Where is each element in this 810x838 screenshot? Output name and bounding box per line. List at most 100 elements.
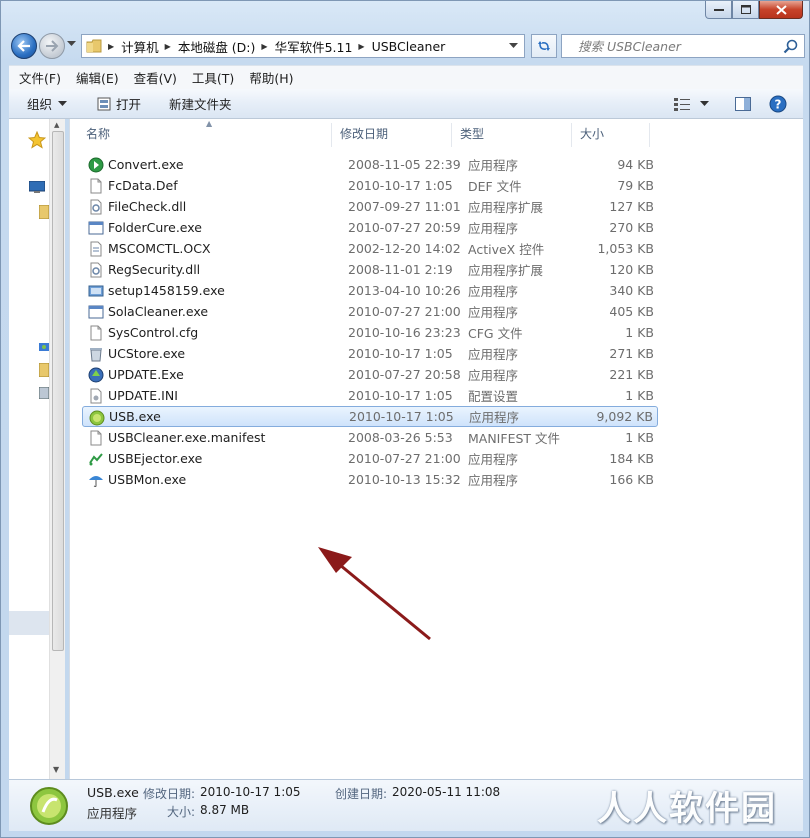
help-icon[interactable]: ? [769,95,787,113]
file-row[interactable]: setup1458159.exe 2013-04-10 10:26 应用程序 340 … [82,280,658,301]
file-type: 应用程序 [468,347,519,362]
file-type: 应用程序 [468,158,519,173]
minimize-button[interactable] [705,1,732,19]
address-dropdown[interactable] [509,43,518,49]
breadcrumb-item-current[interactable]: USBCleaner [372,39,446,54]
view-options-icon[interactable] [674,97,690,111]
file-row[interactable]: SolaCleaner.exe 2010-07-27 21:00 应用程序 405 K… [82,301,658,322]
file-size: 1,053 KB [597,241,654,256]
file-size: 221 KB [609,367,654,382]
scroll-up-icon[interactable]: ▲ [54,121,59,129]
breadcrumb-item-computer[interactable]: 计算机 [121,37,159,56]
chevron-down-icon [58,100,68,106]
network-icon[interactable] [39,341,49,353]
breadcrumb-item-folder[interactable]: 华军软件5.11 [275,37,353,56]
file-type: 应用程序 [468,473,519,488]
file-name: setup1458159.exe [108,283,225,298]
breadcrumb-separator[interactable]: ▶ [261,42,267,51]
file-modified-date: 2010-10-17 1:05 [348,178,453,193]
organize-button[interactable]: 组织 [27,94,68,113]
file-row[interactable]: FileCheck.dll 2007-09-27 11:01 应用程序扩展 127 K… [82,196,658,217]
menu-file[interactable]: 文件(F) [19,68,61,87]
file-row[interactable]: SysControl.cfg 2010-10-16 23:23 CFG 文件 1 KB [82,322,658,343]
menu-tools[interactable]: 工具(T) [192,68,234,87]
open-button[interactable]: 打开 [97,94,141,113]
breadcrumb-item-drive[interactable]: 本地磁盘 (D:) [178,37,256,56]
search-icon[interactable] [783,39,798,54]
column-header-date[interactable]: 修改日期 [332,123,452,147]
file-row[interactable]: USB.exe 2010-10-17 1:05 应用程序 9,092 KB [82,406,658,427]
menu-edit[interactable]: 编辑(E) [76,68,119,87]
search-input[interactable] [578,38,768,54]
file-row[interactable]: UPDATE.Exe 2010-07-27 20:58 应用程序 221 KB [82,364,658,385]
file-modified-date: 2010-07-27 20:59 [348,220,461,235]
favorites-star-icon[interactable] [28,131,46,149]
library-icon[interactable] [39,205,49,219]
file-row[interactable]: MSCOMCTL.OCX 2002-12-20 14:02 ActiveX 控件 1,… [82,238,658,259]
recent-pages-dropdown[interactable] [67,41,76,47]
column-header-name[interactable]: 名称 [70,123,332,147]
file-name: UPDATE.Exe [108,367,184,382]
menu-view[interactable]: 查看(V) [134,68,177,87]
address-bar[interactable]: ▶ 计算机 ▶ 本地磁盘 (D:) ▶ 华军软件5.11 ▶ USBCleane… [81,34,525,58]
file-size: 340 KB [609,283,654,298]
folder-icon[interactable] [39,363,49,377]
column-header-size[interactable]: 大小 [572,123,650,147]
file-type: MANIFEST 文件 [468,431,561,446]
file-type: 应用程序 [468,452,519,467]
file-modified-date: 2007-09-27 11:01 [348,199,461,214]
breadcrumb-separator[interactable]: ▶ [165,42,171,51]
watermark: 人人软件园 [597,789,777,829]
file-row[interactable]: USBCleaner.exe.manifest 2008-03-26 5:53 MA… [82,427,658,448]
file-type: 应用程序 [468,305,519,320]
file-row[interactable]: RegSecurity.dll 2008-11-01 2:19 应用程序扩展 120 … [82,259,658,280]
arrow-left-icon [17,40,30,52]
explorer-window: ▶ 计算机 ▶ 本地磁盘 (D:) ▶ 华军软件5.11 ▶ USBCleane… [0,0,810,838]
file-name: UCStore.exe [108,346,186,361]
file-size: 271 KB [609,346,654,361]
file-type: ActiveX 控件 [468,242,545,257]
scroll-down-icon[interactable]: ▼ [53,765,59,774]
file-row[interactable]: UCStore.exe 2010-10-17 1:05 应用程序 271 KB [82,343,658,364]
refresh-button[interactable] [531,34,557,58]
file-row[interactable]: FolderCure.exe 2010-07-27 20:59 应用程序 270 KB [82,217,658,238]
maximize-button[interactable] [732,1,759,19]
view-dropdown-icon[interactable] [700,101,709,107]
file-modified-date: 2002-12-20 14:02 [348,241,461,256]
file-row[interactable]: Convert.exe 2008-11-05 22:39 应用程序 94 KB [82,154,658,175]
file-type: 应用程序扩展 [468,263,544,278]
file-size: 94 KB [617,157,654,172]
menu-help[interactable]: 帮助(H) [249,68,293,87]
recycle-bin-icon [88,346,104,362]
app-window-icon [88,304,104,320]
file-row[interactable]: FcData.Def 2010-10-17 1:05 DEF 文件 79 KB [82,175,658,196]
column-header-type[interactable]: 类型 [452,123,572,147]
forward-button[interactable] [39,33,65,59]
desktop-icon[interactable] [29,181,45,193]
navigation-scrollbar[interactable]: ▲ [49,119,65,779]
file-modified-date: 2010-07-27 21:00 [348,304,461,319]
file-name: UPDATE.INI [108,388,178,403]
file-name: FileCheck.dll [108,199,187,214]
file-row[interactable]: UPDATE.INI 2010-10-17 1:05 配置设置 1 KB [82,385,658,406]
details-size-label: 大小: [167,805,196,819]
computer-icon[interactable] [39,387,49,399]
close-button[interactable] [759,1,803,19]
file-row[interactable]: USBMon.exe 2010-10-13 15:32 应用程序 166 KB [82,469,658,490]
file-row[interactable]: USBEjector.exe 2010-07-27 21:00 应用程序 184 KB [82,448,658,469]
details-file-type: 应用程序 [87,806,138,821]
preview-pane-icon[interactable] [735,97,751,111]
menu-bar: 文件(F) 编辑(E) 查看(V) 工具(T) 帮助(H) [9,65,803,89]
file-modified-date: 2010-10-17 1:05 [348,346,453,361]
back-button[interactable] [11,33,37,59]
file-name: SysControl.cfg [108,325,199,340]
breadcrumb-separator[interactable]: ▶ [358,42,364,51]
scrollbar-thumb[interactable] [52,131,64,651]
open-label: 打开 [116,97,142,112]
breadcrumb-separator[interactable]: ▶ [108,42,114,51]
dll-icon [88,262,104,278]
new-folder-button[interactable]: 新建文件夹 [169,94,232,113]
maximize-icon [740,5,751,14]
navigation-bar: ▶ 计算机 ▶ 本地磁盘 (D:) ▶ 华军软件5.11 ▶ USBCleane… [9,31,805,61]
close-icon [775,4,787,15]
